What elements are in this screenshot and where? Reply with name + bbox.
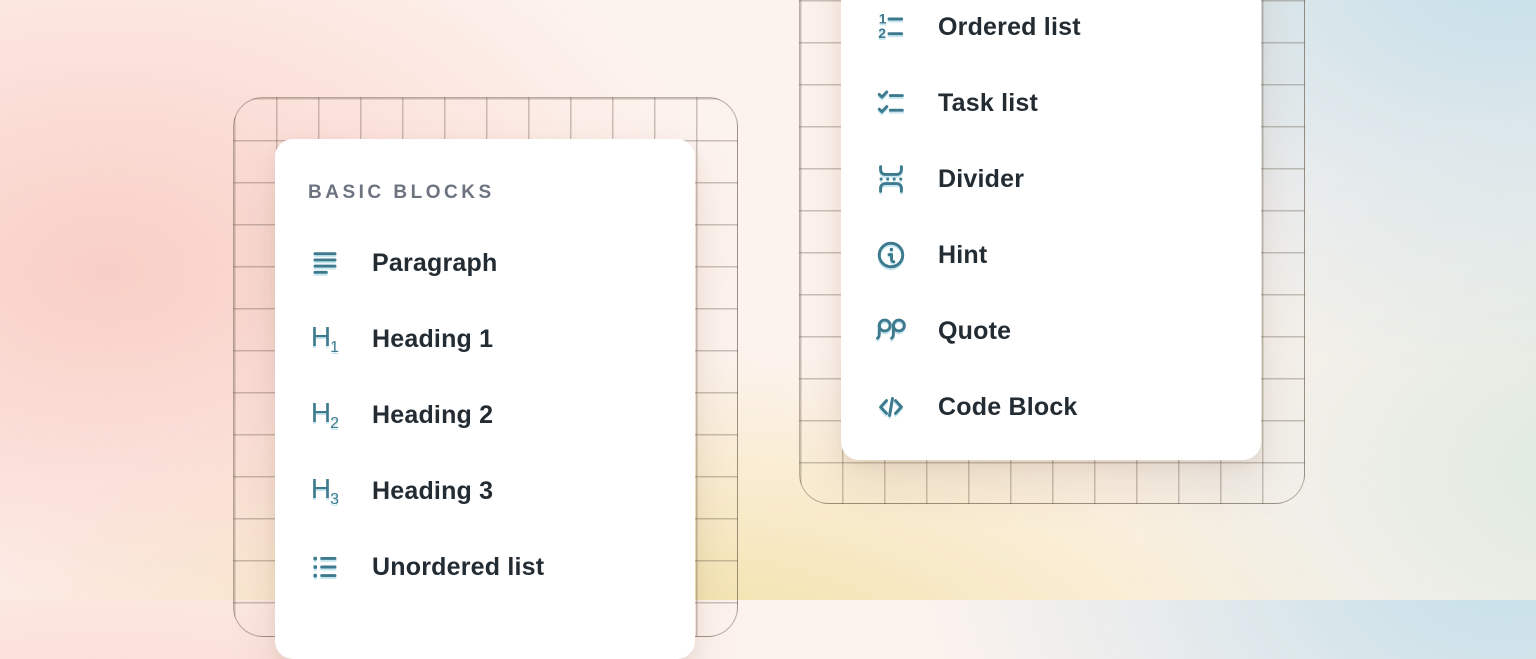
hint-icon: [874, 238, 908, 272]
code-block-icon: [874, 390, 908, 424]
menu-item-label: Unordered list: [372, 553, 544, 582]
page-background: { "left_panel": { "section_label": "BASI…: [0, 0, 1536, 600]
section-label: BASIC BLOCKS: [308, 175, 695, 211]
menu-item-label: Code Block: [938, 393, 1078, 422]
blocks-list-right: 12 Ordered list Task list Divider Hint Quote C…: [874, 0, 1261, 445]
heading-1-icon: H1: [308, 322, 342, 356]
menu-item-hint[interactable]: Hint: [874, 217, 1261, 293]
paragraph-icon: [308, 246, 342, 280]
svg-text:2: 2: [878, 25, 886, 41]
menu-item-label: Heading 2: [372, 401, 493, 430]
basic-blocks-menu-card: BASIC BLOCKS Paragraph H1 Heading 1 H2 Headi…: [275, 139, 695, 659]
heading-2-icon: H2: [308, 398, 342, 432]
menu-item-code-block[interactable]: Code Block: [874, 369, 1261, 445]
task-list-icon: [874, 86, 908, 120]
menu-item-heading-3[interactable]: H3 Heading 3: [308, 453, 695, 529]
menu-item-ordered-list[interactable]: 12 Ordered list: [874, 0, 1261, 65]
menu-item-label: Heading 1: [372, 325, 493, 354]
menu-item-heading-1[interactable]: H1 Heading 1: [308, 301, 695, 377]
menu-item-paragraph[interactable]: Paragraph: [308, 225, 695, 301]
basic-blocks-list: Paragraph H1 Heading 1 H2 Heading 2 H3 Heading…: [308, 225, 695, 605]
quote-icon: [874, 314, 908, 348]
menu-item-label: Hint: [938, 241, 987, 270]
menu-item-divider[interactable]: Divider: [874, 141, 1261, 217]
menu-item-label: Heading 3: [372, 477, 493, 506]
menu-item-label: Paragraph: [372, 249, 497, 278]
menu-item-label: Quote: [938, 317, 1011, 346]
unordered-list-icon: [308, 550, 342, 584]
divider-icon: [874, 162, 908, 196]
menu-item-label: Task list: [938, 89, 1038, 118]
menu-item-task-list[interactable]: Task list: [874, 65, 1261, 141]
blocks-menu-card-right: 12 Ordered list Task list Divider Hint Quote C…: [841, 0, 1261, 460]
heading-3-icon: H3: [308, 474, 342, 508]
menu-item-unordered-list[interactable]: Unordered list: [308, 529, 695, 605]
menu-item-label: Divider: [938, 165, 1024, 194]
menu-item-heading-2[interactable]: H2 Heading 2: [308, 377, 695, 453]
menu-item-quote[interactable]: Quote: [874, 293, 1261, 369]
menu-item-label: Ordered list: [938, 13, 1081, 42]
ordered-list-icon: 12: [874, 10, 908, 44]
